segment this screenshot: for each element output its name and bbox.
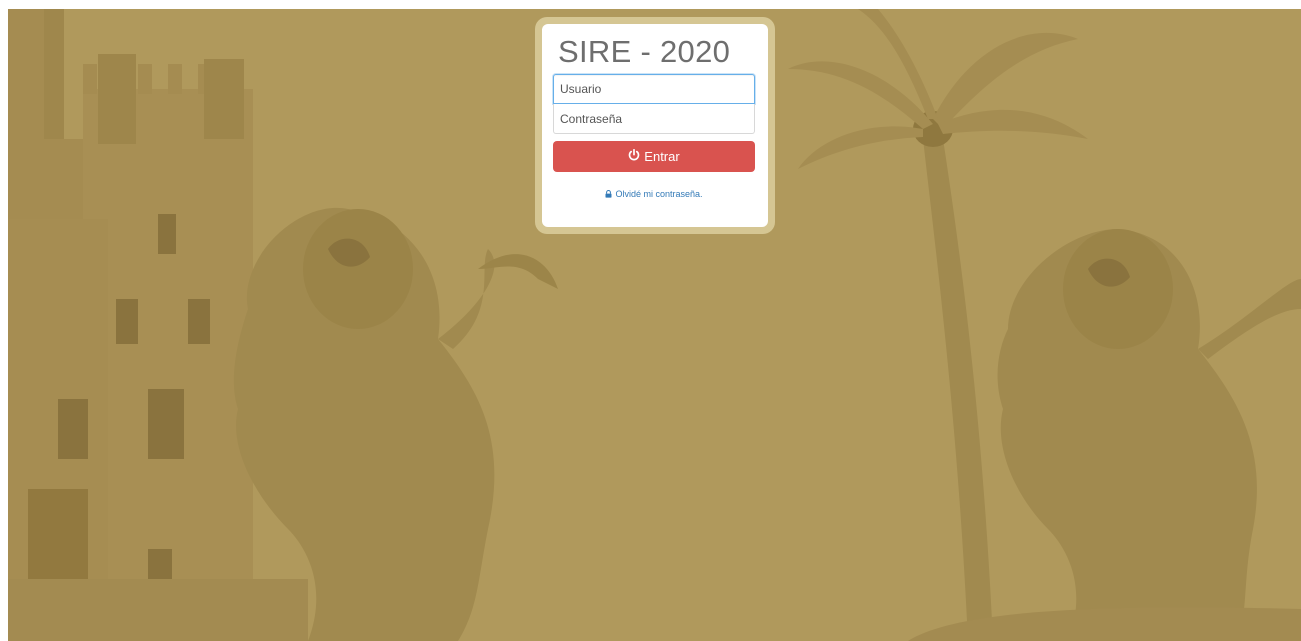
power-icon	[628, 148, 640, 164]
forgot-password-link[interactable]: Olvidé mi contraseña.	[553, 189, 755, 199]
password-input[interactable]	[553, 104, 755, 134]
entrar-button[interactable]: Entrar	[553, 141, 755, 172]
lock-icon	[605, 190, 612, 198]
login-panel: SIRE - 2020 Entrar Olvidé mi contraseña.	[535, 17, 775, 234]
left-lion-illustration	[233, 207, 558, 641]
forgot-password-label: Olvidé mi contraseña.	[615, 189, 703, 199]
login-title: SIRE - 2020	[558, 34, 731, 69]
username-input[interactable]	[553, 74, 755, 104]
login-card: SIRE - 2020 Entrar Olvidé mi contraseña.	[542, 24, 768, 227]
entrar-label: Entrar	[644, 149, 680, 164]
